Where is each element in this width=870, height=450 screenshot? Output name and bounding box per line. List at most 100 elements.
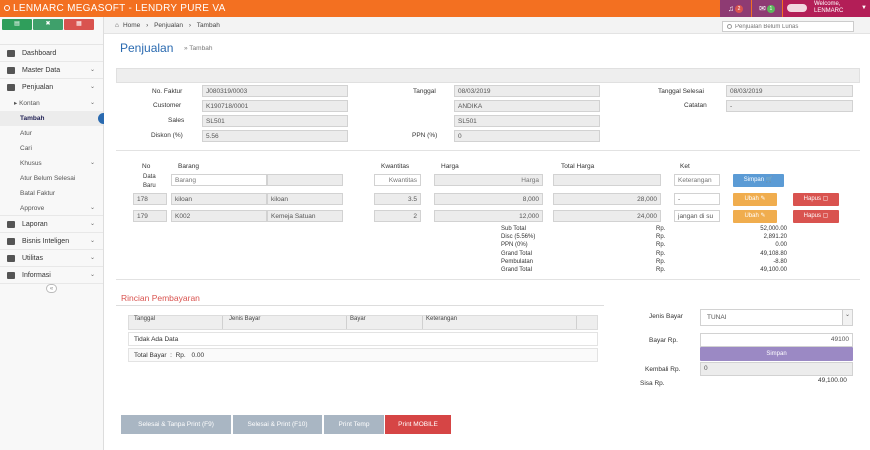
barang-input[interactable] [171, 174, 267, 186]
sidebar-item-label: Informasi [22, 272, 51, 279]
sidebar-collapse-button[interactable]: « [46, 284, 57, 293]
breadcrumb-penjualan[interactable]: Penjualan [154, 22, 183, 29]
sidebar-sub-cari[interactable]: Cari [0, 141, 103, 156]
messages-button[interactable]: ✉ 1 [752, 0, 782, 17]
search-input[interactable] [722, 21, 854, 32]
sidebar-item-label: Dashboard [22, 50, 57, 57]
sidebar-item-utilitas[interactable]: Utilitas ⌄ [0, 250, 103, 267]
summary-label: PPN (0%) [501, 242, 528, 248]
customer-name-field: ANDIKA [454, 100, 600, 112]
caret-down-icon: ▼ [861, 5, 867, 11]
search-icon [727, 24, 732, 29]
sidebar-sub-kontan[interactable]: ▸ Kontan ⌄ [0, 96, 103, 111]
users-icon [7, 238, 15, 245]
chevron-down-icon: ⌄ [89, 238, 95, 244]
barang-name-field [267, 174, 343, 186]
hapus-button[interactable]: Hapus ▢ [793, 193, 839, 206]
summary-rp: Rp. [656, 259, 666, 265]
app-brand[interactable]: LENMARC MEGASOFT - LENDRY PURE VA [4, 3, 226, 14]
dashboard-icon [7, 50, 15, 57]
summary-label: Pembulatan [501, 259, 534, 265]
notifications-button[interactable]: ♫ 2 [720, 0, 751, 17]
print-mobile-button[interactable]: Print MOBILE [385, 415, 451, 434]
divider [116, 305, 604, 306]
sidebar-item-label: Bisnis Inteligen [22, 238, 70, 245]
sidebar-sub-approve[interactable]: Approve ⌄ [0, 201, 103, 216]
ubah-button[interactable]: Ubah ✎ [733, 193, 777, 206]
active-pointer [98, 113, 104, 124]
jenis-bayar-select[interactable]: TUNAI ⌄ [700, 309, 853, 326]
notif-badge: 2 [735, 4, 743, 13]
print-temp-button[interactable]: Print Temp [324, 415, 384, 434]
catatan-field[interactable]: - [726, 100, 853, 112]
mail-badge: 1 [766, 4, 775, 13]
total-bayar-rp: Rp. [175, 352, 186, 359]
ppn-label: PPN (%) [412, 132, 438, 139]
sidebar-sub-tambah[interactable]: Tambah [0, 111, 104, 126]
row-qty: 2 [374, 210, 421, 222]
sidebar-item-label: Laporan [22, 221, 48, 228]
sidebar-sub-label: Approve [20, 205, 45, 212]
customer-code-field: K190718/0001 [202, 100, 348, 112]
select-value: TUNAI [707, 314, 727, 321]
sidebar-item-master-data[interactable]: Master Data ⌄ [0, 62, 103, 79]
sidebar-item-laporan[interactable]: Laporan ⌄ [0, 216, 103, 233]
row-ket[interactable]: jangan di su [674, 210, 720, 222]
sidebar-item-bisnis[interactable]: Bisnis Inteligen ⌄ [0, 233, 103, 250]
edit-icon: ✎ [760, 213, 766, 219]
simpan-payment-button[interactable]: Simpan [700, 347, 853, 361]
kwantitas-input[interactable] [374, 174, 421, 186]
sidebar-item-penjualan[interactable]: Penjualan ⌄ [0, 79, 103, 96]
sidebar-sub-atur-belum[interactable]: Atur Belum Selesai [0, 171, 103, 186]
breadcrumb-separator: › [146, 22, 149, 29]
sidebar-toolbar: ▤ ✖ ▦ [0, 17, 103, 32]
chart-shortcut-button[interactable]: ▤ [2, 19, 32, 30]
col-kwantitas: Kwantitas [381, 163, 410, 170]
sidebar-item-informasi[interactable]: Informasi ⌄ [0, 267, 103, 284]
ubah-button[interactable]: Ubah ✎ [733, 210, 777, 223]
sidebar-item-dashboard[interactable]: Dashboard [0, 45, 103, 62]
rincian-title: Rincian Pembayaran [121, 293, 200, 303]
page-subtitle: » Tambah [184, 45, 213, 52]
row-no: 178 [133, 193, 167, 205]
sidebar-sub-label: Kontan [19, 100, 40, 107]
column-separator [576, 316, 577, 329]
sidebar-sub-atur[interactable]: Atur [0, 126, 103, 141]
simpan-item-button[interactable]: Simpan 🛒 [733, 174, 784, 187]
chevron-down-icon: ⌄ [89, 205, 95, 211]
selesai-print-button[interactable]: Selesai & Print (F10) [233, 415, 322, 434]
col-no: No [142, 163, 151, 170]
row-name: Kemeja Satuan [267, 210, 343, 222]
sidebar-sub-label: Atur [20, 130, 32, 137]
summary-label: Grand Total [501, 251, 532, 257]
row-qty: 3.5 [374, 193, 421, 205]
row-ket[interactable]: - [674, 193, 720, 205]
col-bayar: Bayar [350, 316, 366, 322]
column-separator [222, 316, 223, 329]
summary-value: 49,108.80 [760, 251, 787, 257]
column-separator [422, 316, 423, 329]
breadcrumb-home[interactable]: Home [123, 22, 140, 29]
page-title: Penjualan [120, 41, 174, 55]
hapus-button[interactable]: Hapus ▢ [793, 210, 839, 223]
catatan-label: Catatan [684, 102, 707, 109]
tanggal-selesai-field[interactable]: 08/03/2019 [726, 85, 853, 97]
chevron-down-icon: ⌄ [89, 272, 95, 278]
harga-input[interactable] [434, 174, 543, 186]
col-jenis-bayar: Jenis Bayar [229, 316, 261, 322]
trash-icon: ▢ [822, 213, 829, 219]
tools-shortcut-button[interactable]: ✖ [33, 19, 63, 30]
summary-value: -8.80 [773, 259, 787, 265]
bayar-input[interactable]: 49100 [700, 333, 853, 347]
app-title: LENMARC MEGASOFT - LENDRY PURE VA [13, 3, 226, 14]
sidebar-spacer [0, 32, 103, 45]
keterangan-input[interactable] [674, 174, 720, 186]
row-code: kiloan [171, 193, 267, 205]
selesai-tanpa-print-button[interactable]: Selesai & Tanpa Print (F9) [121, 415, 231, 434]
tanggal-field: 08/03/2019 [454, 85, 600, 97]
sidebar-sub-batal[interactable]: Batal Faktur [0, 186, 103, 201]
user-menu[interactable]: Welcome, LENMARC ▼ [783, 0, 870, 17]
sidebar-sub-khusus[interactable]: Khusus ⌄ [0, 156, 103, 171]
sidebar-item-label: Utilitas [22, 255, 44, 262]
grid-shortcut-button[interactable]: ▦ [64, 19, 94, 30]
